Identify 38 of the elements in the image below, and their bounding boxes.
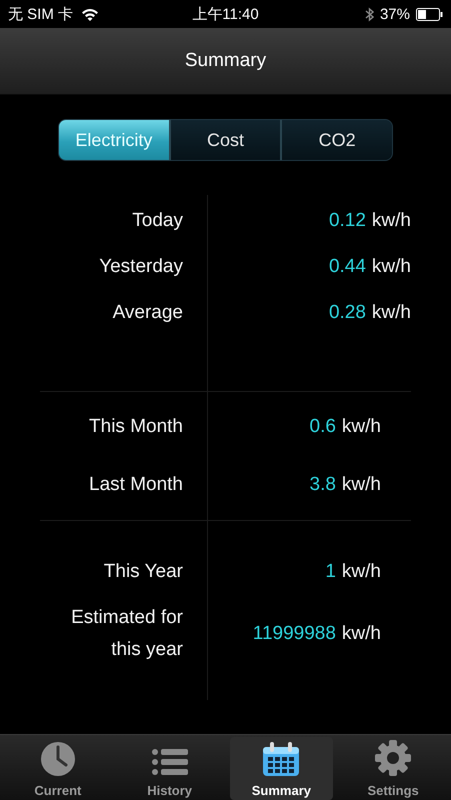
unit-label: kw/h	[372, 302, 411, 324]
segment-tab[interactable]: Cost	[168, 120, 280, 160]
screen-title: Summary	[184, 50, 266, 72]
tab-bar-item[interactable]: Summary	[230, 737, 334, 800]
stat-label: Last Month	[88, 473, 183, 497]
unit-label: kw/h	[342, 560, 381, 582]
stat-label: Today	[131, 209, 183, 233]
tab-bar-item[interactable]: History	[118, 737, 222, 800]
wifi-icon	[81, 8, 100, 20]
stat-label: This Year	[102, 560, 183, 584]
carrier-text: 无 SIM 卡	[8, 4, 74, 24]
stat-label: Estimated for this year	[70, 606, 183, 662]
stat-value: 11999988	[252, 622, 336, 644]
calendar-icon	[262, 741, 300, 777]
bluetooth-icon	[364, 6, 374, 22]
unit-label: kw/h	[372, 256, 411, 278]
tab-bar-item[interactable]: Current	[6, 737, 110, 800]
settings-icon	[374, 739, 412, 777]
unit-label: kw/h	[342, 474, 381, 496]
stat-label: This Month	[88, 415, 183, 439]
stat-value: 3.8	[310, 474, 336, 496]
unit-label: kw/h	[342, 622, 381, 644]
clock-time: 上午11:40	[192, 6, 259, 22]
unit-label: kw/h	[342, 416, 381, 438]
tab-bar-item[interactable]: Settings	[341, 737, 445, 800]
stat-value: 0.6	[310, 416, 336, 438]
stat-label: Yesterday	[98, 255, 183, 279]
clock-icon	[40, 741, 76, 777]
stat-value: 1	[325, 560, 336, 582]
unit-label: kw/h	[372, 210, 411, 232]
list-icon	[152, 747, 188, 777]
battery-percent: 37%	[380, 6, 410, 22]
stat-label: Average	[112, 301, 183, 325]
stat-value: 0.28	[328, 302, 366, 324]
stat-value: 0.12	[328, 210, 366, 232]
segment-tab[interactable]: CO2	[280, 120, 392, 160]
battery-icon	[416, 8, 443, 20]
stat-value: 0.44	[328, 256, 366, 278]
